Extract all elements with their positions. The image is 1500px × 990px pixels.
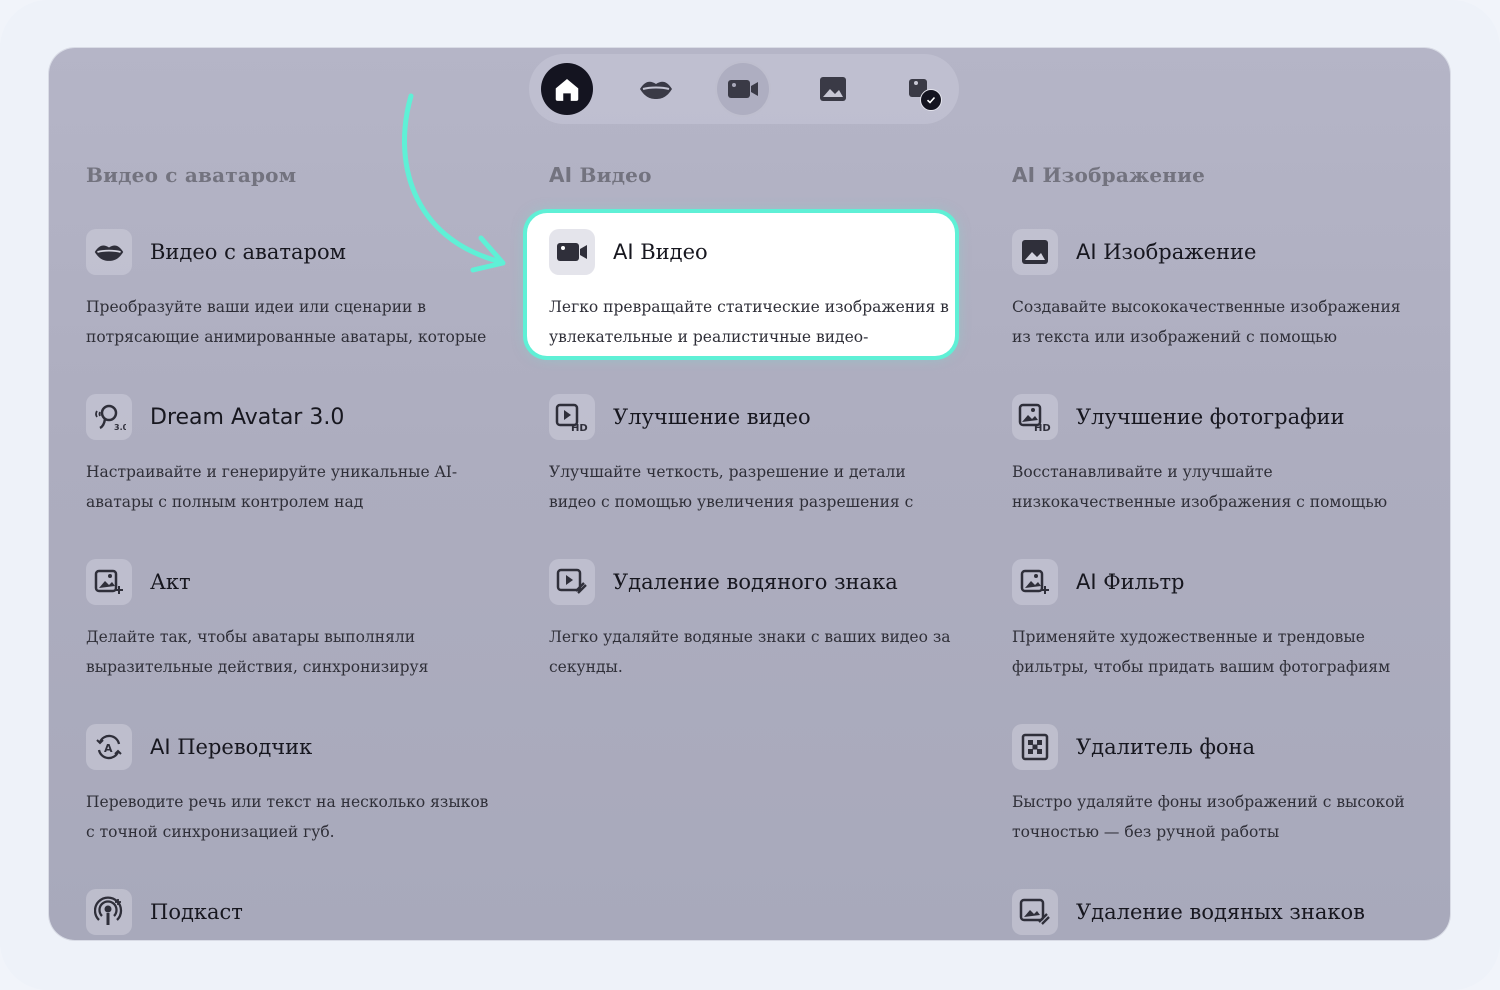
item-description: Переводите речь или текст на несколько я… (86, 793, 489, 841)
category-tab-bar (529, 54, 959, 124)
video-watermark-icon (549, 559, 595, 605)
menu-item-act[interactable]: Акт Делайте так, чтобы аватары выполняли… (86, 558, 506, 682)
podcast-icon (86, 889, 132, 935)
item-title: AI Изображение (1076, 240, 1257, 264)
column-title-ai-video: AI Видео (549, 163, 652, 187)
filter-icon (1012, 559, 1058, 605)
column-title-ai-image: AI Изображение (1012, 163, 1206, 187)
photo-hd-icon: HD (1012, 394, 1058, 440)
ai-image-tab[interactable] (807, 63, 859, 115)
video-camera-icon (549, 229, 595, 275)
item-title: Удаление водяного знака (613, 570, 898, 594)
item-title: Видео с аватаром (150, 240, 346, 264)
item-title: Подкаст (150, 900, 243, 924)
menu-panel: Видео с аватаром AI Видео AI Изображение… (49, 48, 1450, 940)
svg-text:A: A (104, 742, 113, 755)
svg-text:HD: HD (1034, 423, 1051, 432)
lips-icon (86, 229, 132, 275)
translate-icon: A (86, 724, 132, 770)
video-camera-icon (728, 80, 758, 98)
background-remover-icon (1012, 724, 1058, 770)
item-title: Акт (150, 570, 191, 594)
item-title: AI Видео (613, 240, 708, 264)
video-hd-icon: HD (549, 394, 595, 440)
item-description: Быстро удаляйте фоны изображений с высок… (1012, 793, 1405, 841)
menu-item-ai-image[interactable]: AI Изображение Создавайте высококачестве… (1012, 228, 1432, 352)
image-watermark-icon (1012, 889, 1058, 935)
image-icon (820, 77, 846, 101)
act-icon (86, 559, 132, 605)
photo-tools-tab[interactable] (895, 63, 947, 115)
dream-avatar-icon: 3.0 (86, 394, 132, 440)
item-title: AI Переводчик (150, 735, 313, 759)
item-description: Делайте так, чтобы аватары выполняли выр… (86, 628, 429, 676)
menu-item-dream-avatar[interactable]: 3.0 Dream Avatar 3.0 Настраивайте и гене… (86, 393, 506, 517)
item-description: Преобразуйте ваши идеи или сценарии в по… (86, 298, 487, 346)
menu-item-photo-enhance[interactable]: HD Улучшение фотографии Восстанавливайте… (1012, 393, 1432, 517)
menu-item-background-remover[interactable]: Удалитель фона Быстро удаляйте фоны изоб… (1012, 723, 1432, 847)
item-title: Улучшение видео (613, 405, 811, 429)
item-title: Удалитель фона (1076, 735, 1256, 759)
page-background: Видео с аватаром AI Видео AI Изображение… (0, 0, 1500, 990)
item-description: Настраивайте и генерируйте уникальные AI… (86, 463, 458, 511)
svg-text:HD: HD (571, 423, 588, 432)
avatar-video-tab[interactable] (630, 63, 682, 115)
item-title: Dream Avatar 3.0 (150, 404, 345, 430)
menu-item-avatar-video[interactable]: Видео с аватаром Преобразуйте ваши идеи … (86, 228, 506, 352)
menu-item-ai-video[interactable]: AI Видео Легко превращайте статические и… (549, 228, 969, 352)
column-title-avatar-video: Видео с аватаром (86, 163, 297, 187)
item-description: Улучшайте четкость, разрешение и детали … (549, 463, 914, 511)
item-title: Удаление водяных знаков (1076, 900, 1365, 924)
item-description: Создавайте высококачественные изображени… (1012, 298, 1401, 346)
item-title: Улучшение фотографии (1076, 405, 1345, 429)
item-description: Применяйте художественные и трендовые фи… (1012, 628, 1391, 676)
item-description: Легко удаляйте водяные знаки с ваших вид… (549, 628, 951, 676)
menu-item-podcast[interactable]: Подкаст (86, 888, 506, 936)
image-icon (1012, 229, 1058, 275)
menu-item-video-watermark-remove[interactable]: Удаление водяного знака Легко удаляйте в… (549, 558, 969, 682)
menu-item-image-watermark-remove[interactable]: Удаление водяных знаков (1012, 888, 1432, 936)
item-description: Легко превращайте статические изображени… (549, 298, 949, 346)
lips-icon (640, 81, 672, 99)
home-tab[interactable] (541, 63, 593, 115)
menu-item-ai-translator[interactable]: A AI Переводчик Переводите речь или текс… (86, 723, 506, 847)
ai-video-tab[interactable] (717, 63, 769, 115)
menu-item-video-enhance[interactable]: HD Улучшение видео Улучшайте четкость, р… (549, 393, 969, 517)
svg-text:3.0: 3.0 (114, 423, 126, 432)
item-description: Восстанавливайте и улучшайте низкокачест… (1012, 463, 1388, 511)
check-icon (920, 89, 942, 111)
menu-item-ai-filter[interactable]: AI Фильтр Применяйте художественные и тр… (1012, 558, 1432, 682)
home-icon (555, 79, 579, 101)
item-title: AI Фильтр (1076, 570, 1185, 594)
